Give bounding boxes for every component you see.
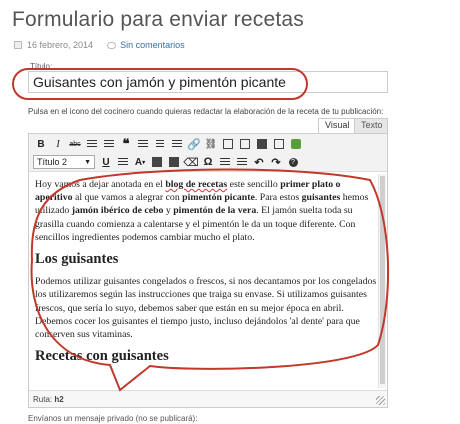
underline-button[interactable]: U [98, 154, 114, 170]
align-center-button[interactable] [152, 136, 168, 152]
editor-hint: Pulsa en el icono del cocinero cuando qu… [28, 107, 384, 116]
calendar-icon [14, 41, 22, 49]
paste-text-button[interactable] [149, 154, 165, 170]
insert-more-button[interactable] [220, 136, 236, 152]
editor-scrollbar[interactable] [378, 174, 386, 388]
bold-run: pimentón de la vera [173, 205, 257, 217]
tab-text[interactable]: Texto [354, 118, 388, 133]
bullet-list-icon [87, 139, 97, 149]
outdent-button[interactable] [217, 154, 233, 170]
text-color-button[interactable]: A ▾ [132, 154, 148, 170]
align-left-icon [138, 139, 148, 149]
heading-los-guisantes: Los guisantes [35, 251, 119, 268]
scrollbar-thumb[interactable] [380, 176, 385, 384]
chef-button[interactable] [288, 136, 304, 152]
editor-status-bar: Ruta: h2 [29, 390, 387, 407]
numbered-list-button[interactable] [101, 136, 117, 152]
tab-visual[interactable]: Visual [318, 118, 357, 133]
text-run: y [163, 205, 174, 217]
italic-button[interactable]: I [50, 136, 66, 152]
align-center-icon [156, 139, 164, 149]
blockquote-button[interactable]: ❝ [118, 136, 134, 152]
title-label: Título: [30, 62, 53, 71]
toolbar-row-2: Título 2 ▼ U A ▾ ⌫ Ω ↶ ↷ ? [33, 154, 302, 170]
unlink-button[interactable]: ⛓ [203, 136, 219, 152]
bold-button[interactable]: B [33, 136, 49, 152]
table-button[interactable] [254, 136, 270, 152]
toolbar-row-1: B I abc ❝ 🔗 ⛓ [33, 136, 305, 152]
text-run: . Para estos [254, 192, 302, 204]
paste-word-icon [169, 157, 179, 167]
post-meta: 16 febrero, 2014 Sin comentarios [14, 40, 185, 50]
justify-button[interactable] [115, 154, 131, 170]
paragraph-intro: Hoy vamos a dejar anotada en el blog de … [35, 178, 380, 244]
kitchen-sink-icon [274, 139, 284, 149]
special-char-button[interactable]: Ω [200, 154, 216, 170]
bold-run: blog de recetas [165, 179, 228, 190]
resize-handle[interactable] [376, 396, 385, 405]
clipboard-icon [152, 157, 162, 167]
post-date: 16 febrero, 2014 [27, 40, 94, 50]
private-message-label: Envíanos un mensaje privado (no se publi… [28, 414, 198, 423]
text-run: al que vamos a alegrar con [72, 192, 183, 204]
insert-link-button[interactable]: 🔗 [186, 136, 202, 152]
format-select-value: Título 2 [37, 157, 68, 167]
undo-button[interactable]: ↶ [251, 154, 267, 170]
help-icon: ? [288, 157, 298, 167]
bold-run: pimentón picante [182, 192, 255, 204]
numbered-list-icon [104, 139, 114, 149]
align-left-button[interactable] [135, 136, 151, 152]
align-right-icon [172, 139, 182, 149]
comment-icon [107, 41, 117, 49]
paragraph-guisantes: Podemos utilizar guisantes congelados o … [35, 276, 377, 341]
align-right-button[interactable] [169, 136, 185, 152]
table-icon [257, 139, 267, 149]
outdent-icon [220, 157, 230, 167]
rich-text-editor: B I abc ❝ 🔗 ⛓ Título 2 ▼ U A ▾ ⌫ Ω ↶ ↷ ?… [28, 133, 388, 408]
fullscreen-button[interactable] [237, 136, 253, 152]
strikethrough-button[interactable]: abc [67, 136, 83, 152]
page-title: Formulario para enviar recetas [12, 8, 304, 31]
status-path-value: h2 [54, 395, 64, 404]
comments-link[interactable]: Sin comentarios [120, 40, 185, 50]
justify-icon [118, 157, 128, 167]
format-select[interactable]: Título 2 ▼ [33, 155, 95, 169]
indent-icon [237, 157, 247, 167]
more-tag-icon [223, 139, 233, 149]
clear-formatting-button[interactable]: ⌫ [183, 154, 199, 170]
heading-recetas: Recetas con guisantes [35, 348, 169, 365]
editor-content[interactable]: Hoy vamos a dejar anotada en el blog de … [35, 178, 380, 372]
editor-toolbar: B I abc ❝ 🔗 ⛓ Título 2 ▼ U A ▾ ⌫ Ω ↶ ↷ ? [29, 134, 387, 172]
status-path-label: Ruta: [33, 395, 53, 404]
bullet-list-button[interactable] [84, 136, 100, 152]
redo-button[interactable]: ↷ [268, 154, 284, 170]
title-input[interactable] [28, 71, 388, 93]
bold-run: guisantes [301, 192, 341, 204]
text-run: Hoy vamos a dejar anotada en el [35, 179, 166, 190]
help-button[interactable]: ? [285, 154, 301, 170]
paste-word-button[interactable] [166, 154, 182, 170]
chevron-down-icon: ▼ [84, 158, 91, 166]
indent-button[interactable] [234, 154, 250, 170]
fullscreen-icon [240, 139, 250, 149]
bold-run: jamón ibérico de cebo [71, 205, 164, 217]
chef-icon [291, 139, 301, 149]
kitchen-sink-button[interactable] [271, 136, 287, 152]
text-run: este sencillo [227, 179, 281, 190]
